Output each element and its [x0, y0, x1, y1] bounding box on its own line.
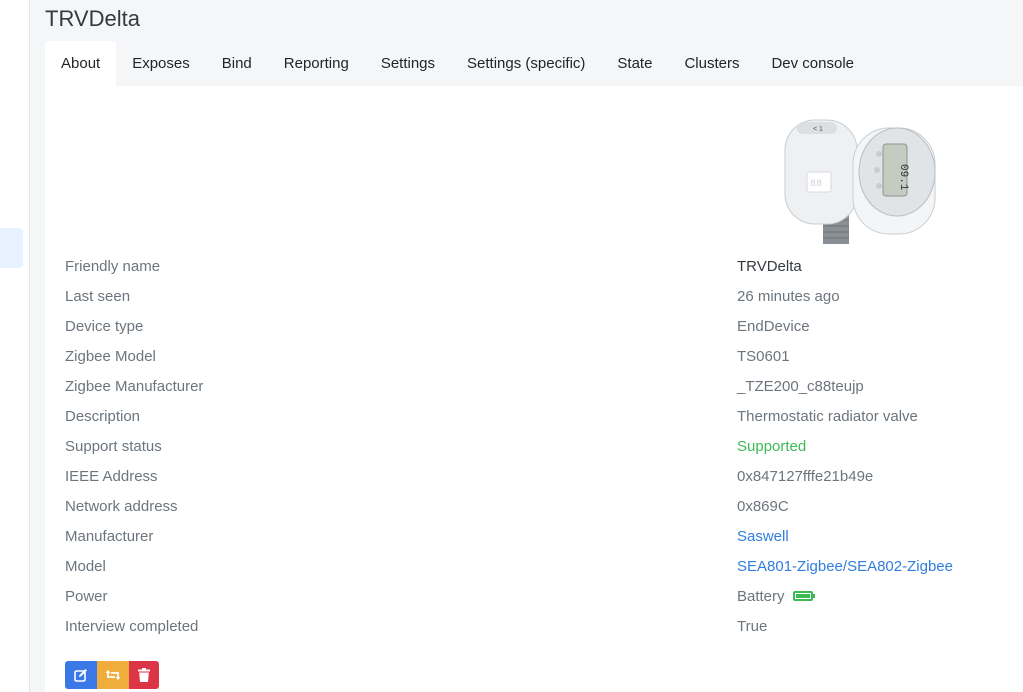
device-image: < 1 88 09.1 [784, 119, 936, 244]
manufacturer-link[interactable]: Saswell [737, 522, 789, 552]
info-row-last-seen: Last seen 26 minutes ago [65, 282, 1005, 312]
tab-reporting[interactable]: Reporting [268, 41, 365, 86]
power-value: Battery [737, 588, 785, 605]
info-label: Interview completed [65, 618, 199, 635]
info-label: Description [65, 408, 141, 425]
page-title: TRVDelta [45, 6, 140, 31]
info-row-device-type: Device type EndDevice [65, 312, 1005, 342]
svg-text:< 1: < 1 [813, 126, 823, 133]
pencil-square-icon [74, 669, 87, 682]
battery-full-icon [792, 591, 815, 602]
description-value: Thermostatic radiator valve [737, 408, 918, 425]
info-label: Network address [65, 498, 178, 515]
tab-bind[interactable]: Bind [206, 41, 268, 86]
info-label: Device type [65, 318, 144, 335]
info-row-support-status: Support status Supported [65, 432, 1005, 462]
device-display-text: 09.1 [897, 164, 909, 191]
info-row-zigbee-manufacturer: Zigbee Manufacturer _TZE200_c88teujp [65, 372, 1005, 402]
tab-settings-specific[interactable]: Settings (specific) [451, 41, 601, 86]
info-row-friendly-name: Friendly name TRVDelta [65, 252, 1005, 282]
tab-settings[interactable]: Settings [365, 41, 451, 86]
retweet-icon [105, 670, 121, 680]
about-card: < 1 88 09.1 Friendly name TRVDelta Last … [45, 86, 1023, 692]
info-row-description: Description Thermostatic radiator valve [65, 402, 1005, 432]
tab-clusters[interactable]: Clusters [668, 41, 755, 86]
device-actions [65, 661, 159, 689]
network-address-value: 0x869C [737, 498, 789, 515]
sidebar [0, 0, 30, 692]
info-label: Manufacturer [65, 528, 154, 545]
reconfigure-button[interactable] [97, 661, 129, 689]
info-label: Power [65, 588, 108, 605]
info-label: Last seen [65, 288, 131, 305]
sidebar-active-item[interactable] [0, 228, 23, 268]
info-label: Support status [65, 438, 162, 455]
tab-state[interactable]: State [601, 41, 668, 86]
info-row-power: Power Battery [65, 582, 1005, 612]
power-value-group: Battery [737, 582, 815, 612]
ieee-address-value: 0x847127fffe21b49e [737, 468, 874, 485]
tab-exposes[interactable]: Exposes [116, 41, 206, 86]
remove-device-button[interactable] [129, 661, 159, 689]
zigbee-model-value: TS0601 [737, 348, 790, 365]
trash-icon [138, 668, 150, 682]
tab-dev-console[interactable]: Dev console [755, 41, 870, 86]
info-row-network-address: Network address 0x869C [65, 492, 1005, 522]
info-label: Friendly name [65, 258, 161, 275]
model-link[interactable]: SEA801-Zigbee/SEA802-Zigbee [737, 552, 953, 582]
rename-device-button[interactable] [65, 661, 97, 689]
last-seen-value: 26 minutes ago [737, 288, 840, 305]
info-row-ieee-address: IEEE Address 0x847127fffe21b49e [65, 462, 1005, 492]
info-row-manufacturer: Manufacturer Saswell [65, 522, 1005, 552]
zigbee-manufacturer-value: _TZE200_c88teujp [737, 378, 864, 395]
info-label: Zigbee Manufacturer [65, 378, 204, 395]
svg-text:88: 88 [810, 179, 822, 190]
info-row-interview-completed: Interview completed True [65, 612, 1005, 642]
info-label: Zigbee Model [65, 348, 156, 365]
interview-completed-value: True [737, 618, 768, 635]
info-label: IEEE Address [65, 468, 158, 485]
info-row-zigbee-model: Zigbee Model TS0601 [65, 342, 1005, 372]
device-type-value: EndDevice [737, 318, 810, 335]
info-label: Model [65, 558, 106, 575]
info-row-model: Model SEA801-Zigbee/SEA802-Zigbee [65, 552, 1005, 582]
tab-about[interactable]: About [45, 41, 117, 86]
friendly-name-value: TRVDelta [737, 258, 802, 275]
support-status-value: Supported [737, 438, 807, 455]
device-tabs: About Exposes Bind Reporting Settings Se… [45, 41, 870, 86]
